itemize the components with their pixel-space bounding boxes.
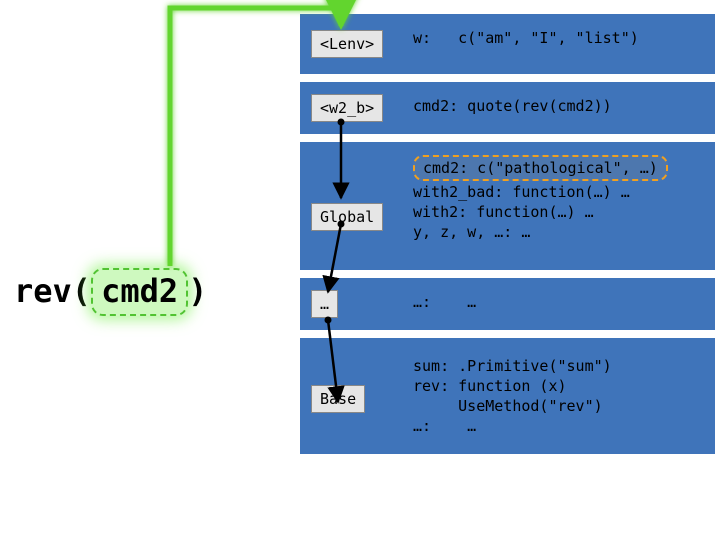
global-l4: y, z, w, …: … — [413, 223, 700, 241]
env-label-lenv: <Lenv> — [311, 30, 383, 58]
arg-highlight: cmd2 — [91, 268, 188, 316]
paren-close: ) — [188, 272, 207, 310]
global-l2: with2_bad: function(…) … — [413, 183, 700, 201]
env-label-base: Base — [311, 385, 365, 413]
env-global: Global cmd2: c("pathological", …) with2_… — [300, 142, 715, 270]
env-base: Base sum: .Primitive("sum") rev: functio… — [300, 338, 715, 454]
environment-stack: <Lenv> w: c("am", "I", "list") <w2_b> cm… — [300, 14, 715, 462]
env-label-w2b: <w2_b> — [311, 94, 383, 122]
env-lenv: <Lenv> w: c("am", "I", "list") — [300, 14, 715, 74]
base-l2: rev: function (x) — [413, 377, 700, 395]
base-l3: UseMethod("rev") — [413, 397, 700, 415]
dots-content: …: … — [413, 293, 700, 311]
base-l1: sum: .Primitive("sum") — [413, 357, 700, 375]
func-name: rev — [14, 272, 72, 310]
lenv-content: w: c("am", "I", "list") — [413, 29, 700, 47]
env-w2b: <w2_b> cmd2: quote(rev(cmd2)) — [300, 82, 715, 134]
paren-open: ( — [72, 272, 91, 310]
arg-name: cmd2 — [101, 272, 178, 310]
global-hl-wrap: cmd2: c("pathological", …) — [413, 155, 700, 181]
env-label-dots: … — [311, 290, 338, 318]
global-l3: with2: function(…) … — [413, 203, 700, 221]
global-cmd2-highlight: cmd2: c("pathological", …) — [413, 155, 668, 181]
base-l4: …: … — [413, 417, 700, 435]
env-dots: … …: … — [300, 278, 715, 330]
left-expression: rev( cmd2) — [14, 268, 207, 316]
env-label-global: Global — [311, 203, 383, 231]
w2b-content: cmd2: quote(rev(cmd2)) — [413, 97, 700, 115]
